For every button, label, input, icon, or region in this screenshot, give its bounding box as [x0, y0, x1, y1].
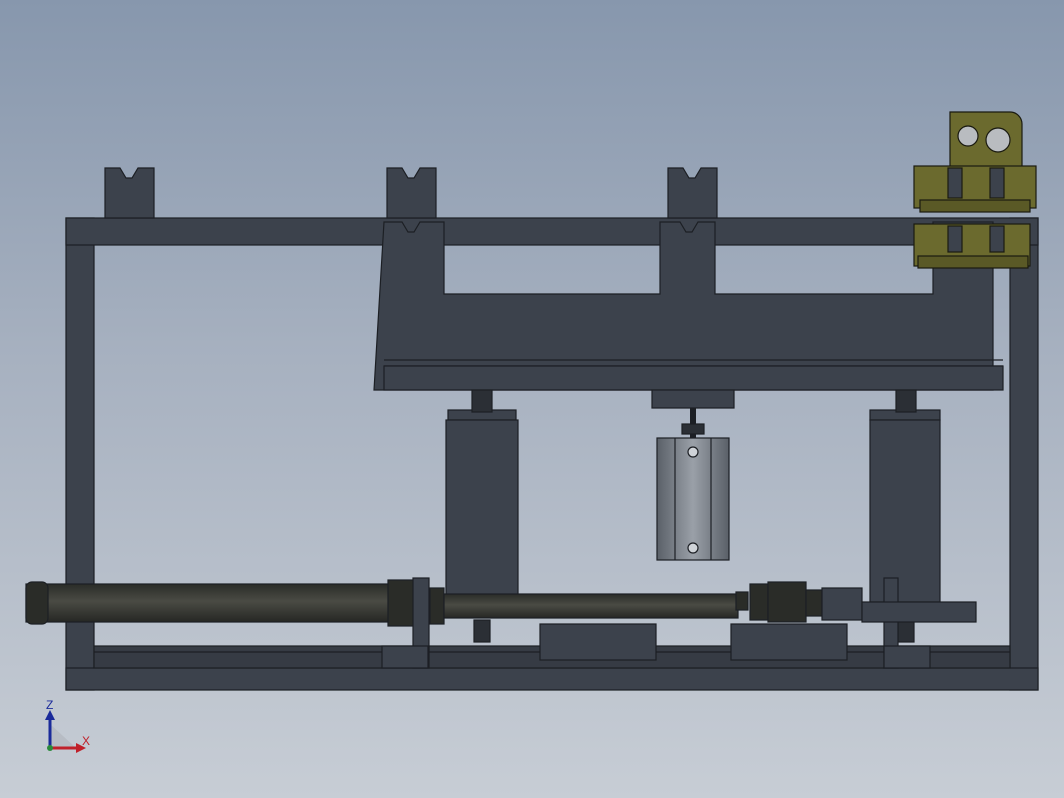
gripper-unit [913, 111, 1037, 269]
column-left-post [471, 389, 493, 413]
column-right [869, 419, 941, 603]
inner-frame [373, 221, 994, 391]
frame-base [65, 667, 1039, 691]
v-block-3 [667, 167, 718, 219]
compact-cylinder [656, 437, 730, 561]
v-block-1 [104, 167, 155, 219]
x-axis-label: X [82, 734, 91, 748]
frame-top-rail [65, 217, 1039, 246]
column-left [445, 419, 519, 603]
carriage-left [539, 623, 657, 661]
cylinder-mount-plate [651, 389, 735, 409]
cad-viewport[interactable]: Z X [0, 0, 1064, 798]
slide-block [821, 587, 863, 621]
frame-right-post [1009, 217, 1039, 691]
z-axis-label: Z [46, 698, 54, 712]
fixture-assembly-drawing [25, 111, 1039, 691]
rod-nut [681, 423, 705, 435]
guide-shaft [443, 593, 739, 619]
v-block-2 [386, 167, 437, 219]
actuator-body [25, 583, 391, 623]
column-right-post [895, 389, 917, 413]
carriage-right [730, 623, 848, 661]
